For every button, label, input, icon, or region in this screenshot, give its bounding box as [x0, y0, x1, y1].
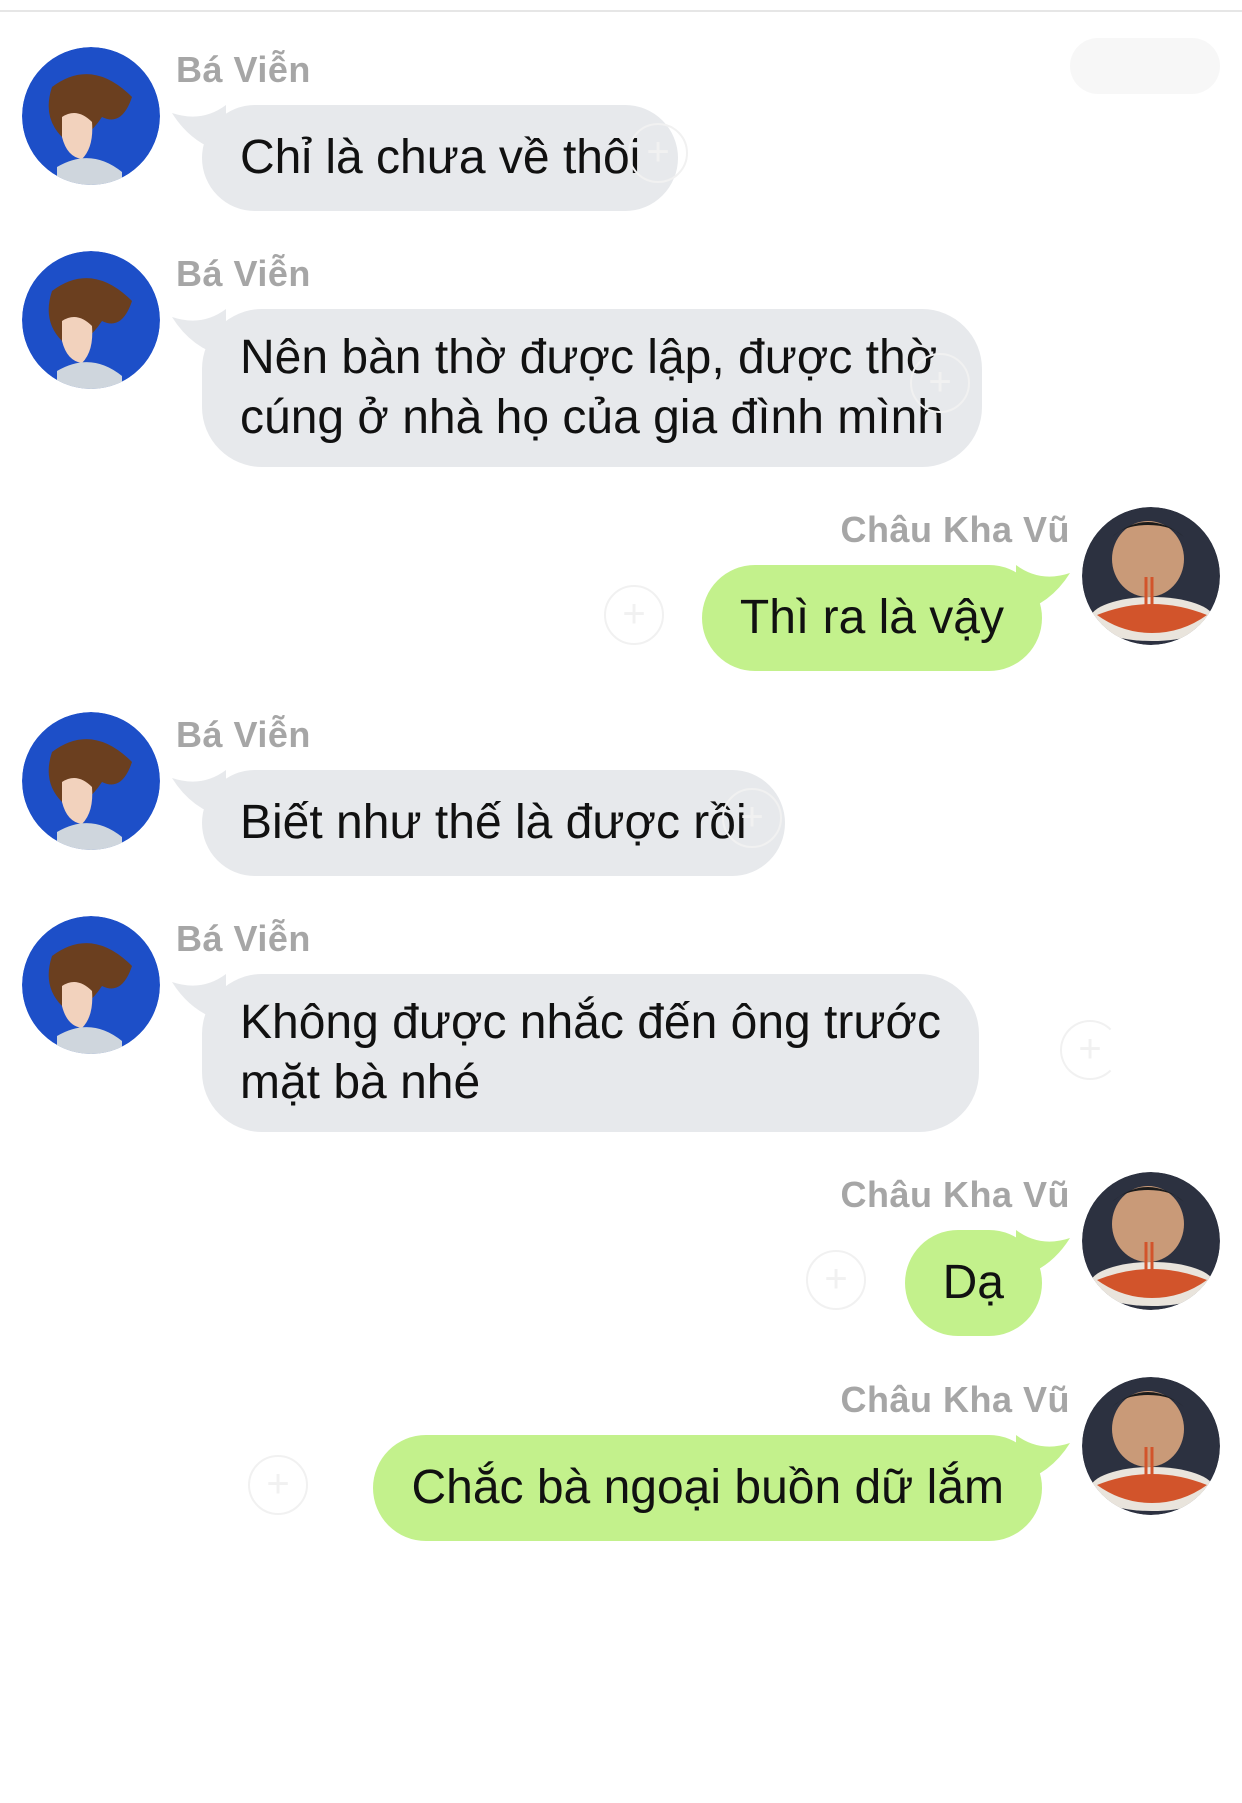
sender-name: Bá Viễn	[176, 918, 311, 959]
message-bubble[interactable]: Dạ	[904, 1230, 1042, 1336]
avatar-ba-vien-image	[22, 712, 160, 850]
avatar-chau-kha-vu-image	[1082, 1172, 1220, 1310]
plus-circle-icon[interactable]: +	[722, 788, 782, 848]
sender-name: Châu Kha Vũ	[840, 1174, 1070, 1215]
message-bubble[interactable]: Không được nhắc đến ông trước mặt bà nhé	[202, 974, 979, 1132]
chat-thread: Bá Viễn Chỉ là chưa về thôi + Bá Viễn Nê…	[0, 0, 1242, 1803]
avatar[interactable]	[22, 251, 160, 389]
avatar[interactable]	[1082, 1172, 1220, 1310]
top-bar-remnant	[1070, 38, 1220, 94]
avatar-chau-kha-vu-image	[1082, 1377, 1220, 1515]
plus-circle-icon[interactable]: +	[604, 585, 664, 645]
message-bubble[interactable]: Biết như thế là được rồi	[202, 770, 785, 876]
avatar-ba-vien-image	[22, 47, 160, 185]
sender-name: Châu Kha Vũ	[840, 1379, 1070, 1420]
plus-circle-icon[interactable]: +	[1060, 1020, 1120, 1080]
plus-circle-icon[interactable]: +	[248, 1455, 308, 1515]
avatar-ba-vien-image	[22, 251, 160, 389]
message-bubble[interactable]: Nên bàn thờ được lập, được thờ cúng ở nh…	[202, 309, 982, 467]
sender-name: Châu Kha Vũ	[840, 509, 1070, 550]
message-bubble[interactable]: Thì ra là vậy	[701, 565, 1042, 671]
avatar[interactable]	[22, 712, 160, 850]
avatar[interactable]	[22, 47, 160, 185]
message-bubble[interactable]: Chắc bà ngoại buồn dữ lắm	[373, 1435, 1042, 1541]
plus-circle-icon[interactable]: +	[628, 123, 688, 183]
avatar[interactable]	[22, 916, 160, 1054]
sender-name: Bá Viễn	[176, 49, 311, 90]
sender-name: Bá Viễn	[176, 253, 311, 294]
avatar[interactable]	[1082, 1377, 1220, 1515]
top-divider	[0, 10, 1242, 12]
avatar-chau-kha-vu-image	[1082, 507, 1220, 645]
sender-name: Bá Viễn	[176, 714, 311, 755]
plus-circle-icon[interactable]: +	[806, 1250, 866, 1310]
avatar-ba-vien-image	[22, 916, 160, 1054]
avatar[interactable]	[1082, 507, 1220, 645]
message-bubble[interactable]: Chỉ là chưa về thôi	[202, 105, 679, 211]
plus-circle-icon[interactable]: +	[910, 353, 970, 413]
